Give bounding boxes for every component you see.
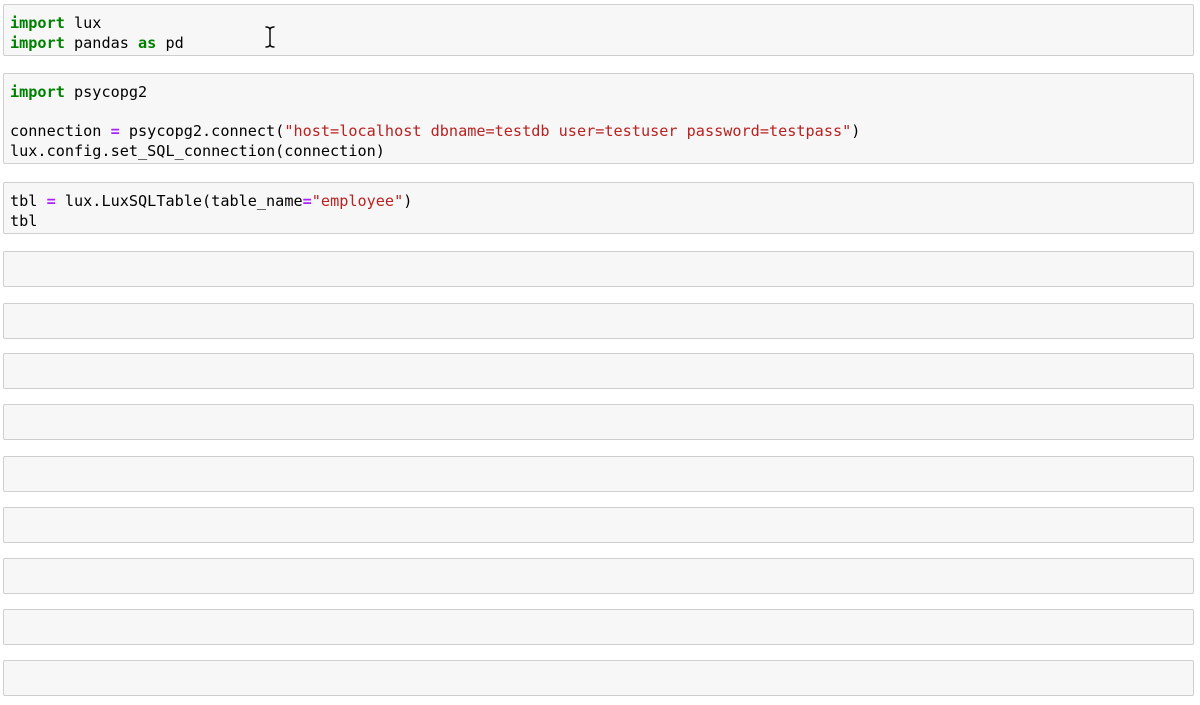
code-token: lux — [64, 14, 102, 32]
empty-code-cell[interactable] — [3, 456, 1194, 492]
code-operator: = — [46, 192, 56, 210]
code-keyword: as — [138, 33, 157, 52]
code-token: psycopg2.connect( — [119, 122, 285, 140]
code-keyword: import — [10, 83, 65, 101]
code-keyword: import — [10, 33, 65, 52]
empty-code-cell[interactable] — [3, 303, 1194, 339]
empty-code-cell[interactable] — [3, 507, 1194, 543]
code-token: tbl — [10, 192, 47, 210]
code-line: connection = psycopg2.connect("host=loca… — [10, 122, 1193, 142]
code-token: ) — [403, 192, 413, 210]
code-cell-table[interactable]: tbl = lux.LuxSQLTable(table_name="employ… — [3, 182, 1194, 234]
code-line: lux.config.set_SQL_connection(connection… — [10, 142, 1193, 162]
empty-code-cell[interactable] — [3, 404, 1194, 440]
code-token: connection — [10, 122, 111, 140]
code-token: lux.LuxSQLTable(table_name — [55, 192, 303, 210]
code-operator: = — [110, 122, 120, 140]
code-token: lux.config.set_SQL_connection(connection… — [10, 141, 385, 160]
code-operator: = — [302, 192, 312, 210]
text-cursor-icon — [265, 26, 275, 48]
code-line: import psycopg2 — [10, 83, 1193, 103]
code-string: "host=localhost dbname=testdb user=testu… — [284, 122, 852, 140]
empty-code-cell[interactable] — [3, 660, 1194, 696]
code-line: tbl — [10, 212, 1193, 232]
empty-code-cell[interactable] — [3, 251, 1194, 287]
code-keyword: import — [10, 14, 65, 32]
code-token: ) — [851, 122, 861, 140]
code-cell-connection[interactable]: import psycopg2 connection = psycopg2.con… — [3, 73, 1194, 164]
empty-code-cell[interactable] — [3, 609, 1194, 645]
code-string: "employee" — [311, 192, 404, 210]
empty-code-cell[interactable] — [3, 558, 1194, 594]
code-line: import lux — [10, 14, 1193, 34]
notebook: import lux import pandas as pd import psy… — [0, 0, 1200, 705]
code-token: tbl — [10, 211, 38, 230]
empty-code-cell[interactable] — [3, 353, 1194, 389]
code-token: pandas — [64, 33, 139, 52]
code-line: import pandas as pd — [10, 34, 1193, 54]
code-line: tbl = lux.LuxSQLTable(table_name="employ… — [10, 192, 1193, 212]
code-token: psycopg2 — [64, 83, 148, 101]
code-token: pd — [156, 33, 184, 52]
code-cell-import[interactable]: import lux import pandas as pd — [3, 4, 1194, 56]
